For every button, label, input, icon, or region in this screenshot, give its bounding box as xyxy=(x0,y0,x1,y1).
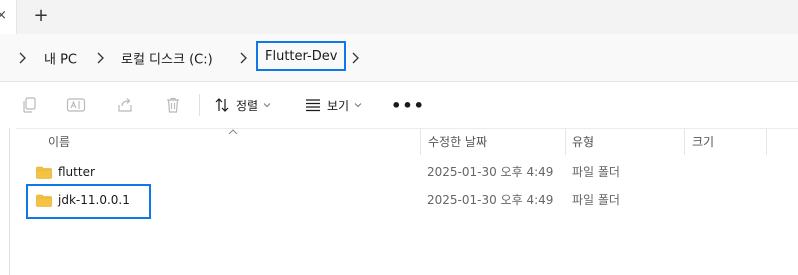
highlight-box xyxy=(26,184,151,219)
file-name: flutter xyxy=(58,165,95,179)
pane-divider xyxy=(9,128,10,275)
column-header-size[interactable]: 크기 xyxy=(692,129,714,155)
share-icon xyxy=(118,98,132,112)
file-name-cell[interactable]: flutter xyxy=(36,158,95,186)
column-header: 이름 수정한 날짜 유형 크기 xyxy=(16,128,798,157)
chevron-down-icon xyxy=(354,103,362,108)
file-type: 파일 폴더 xyxy=(572,193,620,207)
view-label: 보기 xyxy=(327,98,350,113)
breadcrumb-current-label: Flutter-Dev xyxy=(265,48,338,64)
breadcrumb-item-local-disk[interactable]: 로컬 디스크 (C:) xyxy=(121,48,213,67)
file-date: 2025-01-30 오후 4:49 xyxy=(427,165,554,179)
delete-icon xyxy=(167,97,179,113)
more-options-button[interactable]: ••• xyxy=(391,92,424,118)
chevron-right-icon[interactable] xyxy=(95,52,105,64)
more-icon: ••• xyxy=(391,95,425,115)
breadcrumb-item-current[interactable]: Flutter-Dev xyxy=(256,41,347,71)
file-explorer-window: × + 내 PC 로컬 디스크 (C:) Flutter-Dev 정렬 보기 •… xyxy=(0,0,798,275)
chevron-right-icon[interactable] xyxy=(17,52,27,64)
file-type: 파일 폴더 xyxy=(572,165,620,179)
share-button[interactable] xyxy=(112,92,138,118)
column-divider[interactable] xyxy=(684,129,685,155)
sort-button[interactable]: 정렬 xyxy=(214,92,271,118)
sort-ascending-icon xyxy=(228,129,238,135)
file-date: 2025-01-30 오후 4:49 xyxy=(427,193,554,207)
partial-tab[interactable]: × xyxy=(0,0,17,34)
view-list-icon xyxy=(306,99,320,112)
copy-button[interactable] xyxy=(17,92,43,118)
column-header-name[interactable]: 이름 xyxy=(48,129,70,155)
close-tab-icon[interactable]: × xyxy=(0,8,7,23)
breadcrumb-item-my-pc[interactable]: 내 PC xyxy=(44,48,77,67)
command-bar: 정렬 보기 ••• xyxy=(0,82,798,128)
column-divider[interactable] xyxy=(420,129,421,155)
column-divider[interactable] xyxy=(565,129,566,155)
rename-button[interactable] xyxy=(63,92,89,118)
delete-button[interactable] xyxy=(160,92,186,118)
sort-label: 정렬 xyxy=(236,98,259,113)
tab-strip: × + xyxy=(0,0,798,34)
column-header-date[interactable]: 수정한 날짜 xyxy=(428,129,487,155)
folder-icon xyxy=(36,166,52,179)
chevron-down-icon xyxy=(263,103,271,108)
copy-icon xyxy=(23,97,36,113)
sort-icon xyxy=(215,98,229,112)
chevron-right-icon[interactable] xyxy=(238,52,248,64)
address-bar: 내 PC 로컬 디스크 (C:) Flutter-Dev xyxy=(0,34,798,82)
file-row[interactable]: flutter 2025-01-30 오후 4:49 파일 폴더 xyxy=(16,158,798,186)
new-tab-button[interactable]: + xyxy=(30,5,52,27)
toolbar-divider xyxy=(199,94,200,116)
view-button[interactable]: 보기 xyxy=(305,92,362,118)
column-header-type[interactable]: 유형 xyxy=(572,129,594,155)
column-divider[interactable] xyxy=(766,129,767,155)
rename-icon xyxy=(66,98,86,112)
chevron-right-icon[interactable] xyxy=(350,52,360,64)
